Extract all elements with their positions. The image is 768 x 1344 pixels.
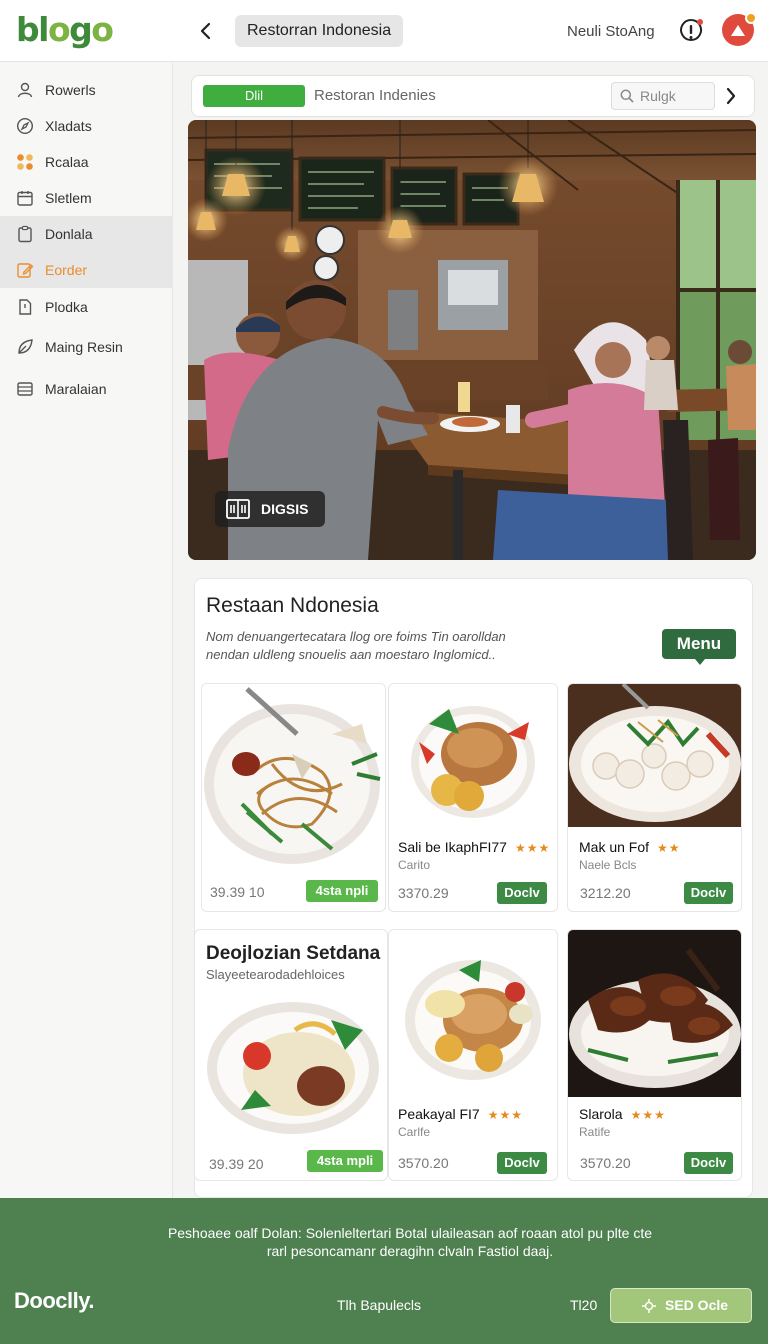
footer-cta-button[interactable]: SED Ocle bbox=[610, 1288, 752, 1323]
order-button[interactable]: Doclv bbox=[497, 882, 547, 904]
page-title: Restorran Indonesia bbox=[235, 15, 404, 47]
sidebar-item-label: Maing Resin bbox=[45, 339, 123, 355]
sidebar: Rowerls Xladats Rcalaa Sletlem Donlala E… bbox=[0, 63, 173, 1198]
dish-card[interactable]: Peakayal FI7 ★★★ Carlfe 3570.20 Doclv bbox=[388, 929, 558, 1181]
sidebar-item-label: Donlala bbox=[45, 226, 93, 242]
order-button[interactable]: Doclv bbox=[497, 1152, 547, 1174]
content-toolbar: Dlil Restoran Indenies Rulgk bbox=[191, 75, 755, 117]
sidebar-item-rowerls[interactable]: Rowerls bbox=[0, 72, 173, 108]
dish-price: 39.39 10 bbox=[210, 884, 265, 900]
sidebar-item-plodka[interactable]: Plodka bbox=[0, 289, 173, 325]
restaurant-title: Restaan Ndonesia bbox=[206, 594, 379, 617]
rice-plate-icon bbox=[195, 990, 387, 1140]
avatar[interactable] bbox=[722, 12, 757, 46]
footer-cta-label: SED Ocle bbox=[665, 1297, 729, 1313]
sidebar-item-maralaian[interactable]: Maralaian bbox=[0, 371, 173, 407]
grilled-chicken-icon bbox=[389, 684, 557, 829]
footer-text: Peshoaee oalf Dolan: Solenleltertari Bot… bbox=[167, 1225, 653, 1259]
edit-icon bbox=[16, 261, 34, 279]
search-icon bbox=[620, 89, 634, 103]
rating-stars: ★★★ bbox=[487, 1108, 523, 1122]
dish-card[interactable]: Slarola ★★★ Ratife 3570.20 Doclv bbox=[567, 929, 742, 1181]
clipboard-icon bbox=[16, 225, 34, 243]
order-button[interactable]: Doclv bbox=[684, 882, 733, 904]
sidebar-item-label: Sletlem bbox=[45, 190, 92, 206]
document-icon bbox=[16, 298, 34, 316]
dish-subtitle: Carito bbox=[398, 858, 431, 872]
featured-title: Deojlozian Setdana bbox=[206, 943, 381, 964]
dish-name: Sali be IkaphFI77 ★★★ bbox=[398, 839, 551, 855]
roast-chicken-icon bbox=[389, 930, 557, 1097]
search-placeholder: Rulgk bbox=[640, 88, 676, 104]
alert-icon[interactable] bbox=[677, 17, 705, 45]
sidebar-item-sletlem[interactable]: Sletlem bbox=[0, 180, 173, 216]
featured-subtitle: Slayeetearodadehloices bbox=[206, 967, 345, 982]
dish-name: Peakayal FI7 ★★★ bbox=[398, 1106, 523, 1122]
notification-dot bbox=[745, 12, 757, 24]
breadcrumb[interactable]: Restoran Indenies bbox=[314, 87, 436, 104]
hero-badge-label: DIGSIS bbox=[261, 501, 309, 517]
dish-card[interactable]: Mak un Fof ★★ Naele Bcls 3212.20 Doclv bbox=[567, 683, 742, 912]
footer-logo[interactable]: Dooclly. bbox=[14, 1288, 94, 1314]
footer-count: Tl20 bbox=[570, 1297, 598, 1313]
sidebar-item-rcalaa[interactable]: Rcalaa bbox=[0, 144, 173, 180]
rating-stars: ★★ bbox=[657, 841, 681, 855]
dish-subtitle: Naele Bcls bbox=[579, 858, 637, 872]
sidebar-item-label: Eorder bbox=[45, 262, 88, 278]
sidebar-item-xladats[interactable]: Xladats bbox=[0, 108, 173, 144]
sidebar-item-label: Rowerls bbox=[45, 82, 96, 98]
sidebar-item-eorder[interactable]: Eorder bbox=[0, 252, 173, 288]
dish-price: 3570.20 bbox=[398, 1155, 449, 1171]
sidebar-item-maing-resin[interactable]: Maing Resin bbox=[0, 329, 173, 365]
restaurant-description: Nom denuangertecatara llog ore foims Tin… bbox=[206, 629, 506, 662]
user-name[interactable]: Neuli StoAng bbox=[567, 23, 655, 40]
search-input[interactable]: Rulgk bbox=[611, 82, 715, 110]
grid-icon bbox=[16, 153, 34, 171]
dish-subtitle: Carlfe bbox=[398, 1125, 431, 1139]
dish-price: 3212.20 bbox=[580, 885, 631, 901]
hero-badge[interactable]: DIGSIS bbox=[215, 491, 325, 527]
calendar-icon bbox=[16, 189, 34, 207]
sidebar-item-donlala[interactable]: Donlala bbox=[0, 216, 173, 252]
rating-stars: ★★★ bbox=[514, 841, 551, 855]
rating-stars: ★★★ bbox=[630, 1108, 666, 1122]
sidebar-item-label: Xladats bbox=[45, 118, 92, 134]
layers-icon bbox=[16, 380, 34, 398]
chevron-left-icon bbox=[200, 22, 211, 40]
order-button[interactable]: 4sta npli bbox=[306, 880, 378, 902]
dish-price: 3370.29 bbox=[398, 885, 449, 901]
compass-icon bbox=[16, 117, 34, 135]
menu-button[interactable]: Menu bbox=[662, 629, 736, 665]
dish-name: Slarola ★★★ bbox=[579, 1106, 666, 1122]
order-button[interactable]: Doclv bbox=[684, 1152, 733, 1174]
chevron-right-icon bbox=[726, 87, 736, 105]
back-button[interactable] bbox=[194, 18, 218, 44]
footer-link[interactable]: Tlh Bapulecls bbox=[337, 1297, 421, 1313]
dish-subtitle: Ratife bbox=[579, 1125, 611, 1139]
dish-price: 3570.20 bbox=[580, 1155, 631, 1171]
sidebar-item-label: Plodka bbox=[45, 299, 88, 315]
dish-name: Mak un Fof ★★ bbox=[579, 839, 681, 855]
leaf-icon bbox=[16, 338, 34, 356]
noodle-plate-icon bbox=[202, 684, 385, 867]
satay-plate-icon bbox=[568, 930, 741, 1097]
user-icon bbox=[16, 81, 34, 99]
dish-card[interactable]: 39.39 10 4sta npli bbox=[201, 683, 386, 912]
primary-button[interactable]: Dlil bbox=[203, 85, 305, 107]
top-header: blogo Restorran Indonesia Neuli StoAng bbox=[0, 0, 768, 62]
dish-card[interactable]: Sali be IkaphFI77 ★★★ Carito 3370.29 Docl… bbox=[388, 683, 558, 912]
sidebar-item-label: Maralaian bbox=[45, 381, 107, 397]
dumpling-plate-icon bbox=[568, 684, 741, 827]
app-logo[interactable]: blogo bbox=[16, 10, 114, 49]
dish-price: 39.39 20 bbox=[209, 1156, 264, 1172]
sidebar-item-label: Rcalaa bbox=[45, 154, 89, 170]
sparkle-icon bbox=[642, 1299, 656, 1313]
menu-book-icon bbox=[226, 499, 250, 519]
order-button[interactable]: 4sta mpli bbox=[307, 1150, 383, 1172]
next-button[interactable] bbox=[724, 85, 738, 113]
